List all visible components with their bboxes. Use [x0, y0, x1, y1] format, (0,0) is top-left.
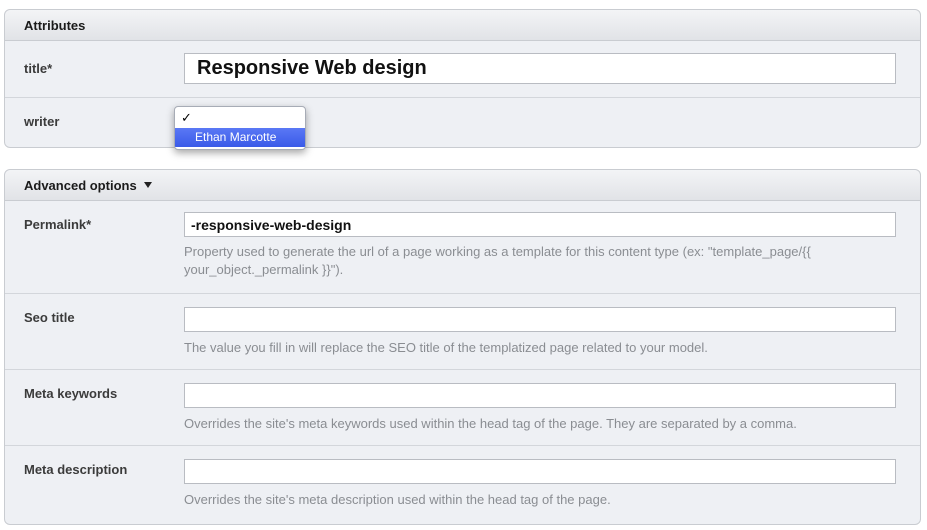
meta-keywords-input[interactable] — [184, 383, 896, 408]
permalink-row: Permalink* -responsive-web-design Proper… — [5, 201, 920, 293]
check-icon: ✓ — [181, 110, 192, 125]
dropdown-item-ethan-marcotte[interactable]: Ethan Marcotte — [175, 128, 305, 147]
writer-label: writer — [24, 114, 60, 129]
meta-description-row: Meta description Overrides the site's me… — [5, 445, 920, 523]
dropdown-item-empty[interactable]: ✓ — [175, 107, 305, 128]
title-label: title* — [24, 61, 53, 76]
title-row: title* Responsive Web design — [5, 41, 920, 97]
meta-description-input[interactable] — [184, 459, 896, 484]
meta-description-label: Meta description — [24, 462, 128, 477]
seo-title-label: Seo title — [24, 310, 75, 325]
writer-select-dropdown[interactable]: ✓ Ethan Marcotte — [174, 106, 306, 150]
advanced-options-heading: Advanced options — [24, 177, 137, 193]
permalink-input-value: -responsive-web-design — [191, 216, 352, 233]
seo-title-input[interactable] — [184, 307, 896, 332]
advanced-options-toggle[interactable]: Advanced options — [5, 170, 920, 201]
triangle-down-icon — [143, 182, 152, 188]
seo-title-row: Seo title The value you fill in will rep… — [5, 293, 920, 369]
permalink-input[interactable]: -responsive-web-design — [184, 212, 896, 237]
permalink-label: Permalink* — [24, 217, 92, 232]
meta-keywords-row: Meta keywords Overrides the site's meta … — [5, 369, 920, 445]
attributes-heading: Attributes — [5, 10, 920, 41]
title-input[interactable]: Responsive Web design — [184, 53, 896, 84]
meta-keywords-help: Overrides the site's meta keywords used … — [184, 416, 797, 431]
seo-title-help: The value you fill in will replace the S… — [184, 340, 708, 355]
meta-keywords-label: Meta keywords — [24, 386, 118, 401]
writer-row: writer — [5, 97, 920, 147]
meta-description-help: Overrides the site's meta description us… — [184, 492, 611, 507]
attributes-panel: Attributes title* Responsive Web design … — [4, 9, 921, 148]
advanced-options-panel: Advanced options Permalink* -responsive-… — [4, 169, 921, 525]
title-input-value: Responsive Web design — [197, 57, 427, 79]
permalink-help: Property used to generate the url of a p… — [184, 244, 811, 277]
